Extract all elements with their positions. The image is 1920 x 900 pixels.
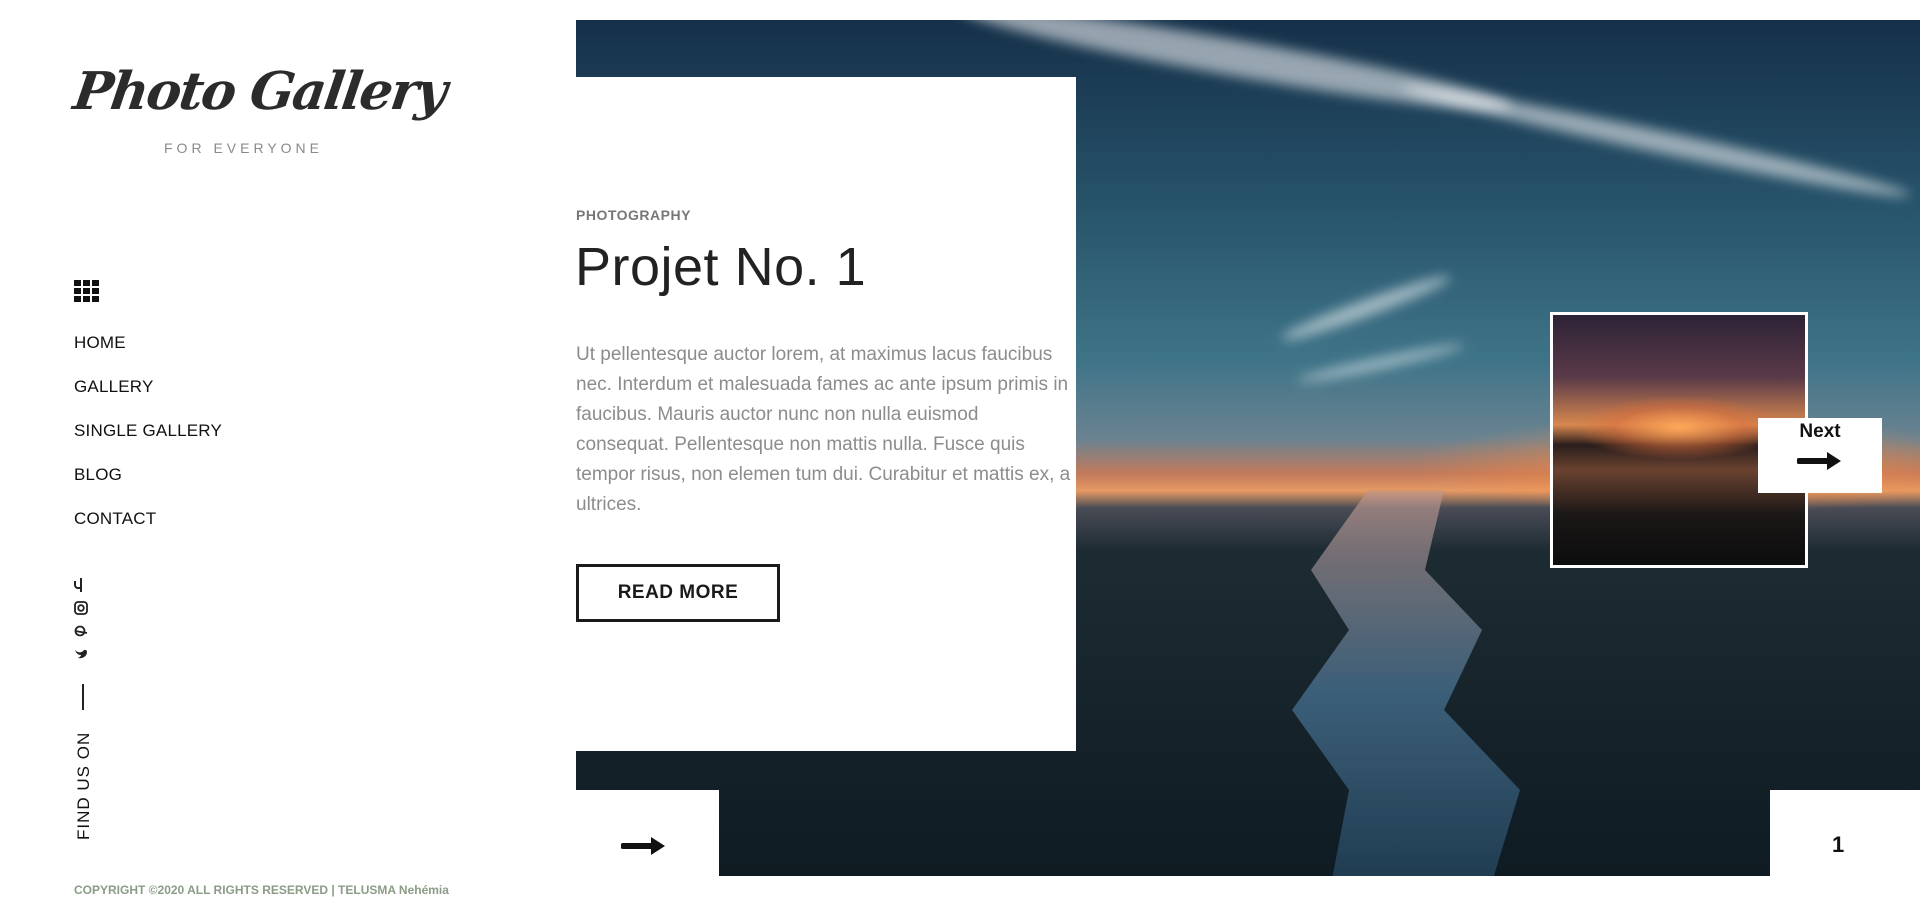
read-more-button[interactable]: READ MORE — [576, 564, 780, 622]
twitter-icon[interactable] — [72, 645, 90, 663]
page-counter-box — [1770, 790, 1920, 880]
nav-item-home[interactable]: HOME — [74, 328, 222, 372]
pinterest-icon[interactable] — [72, 622, 90, 640]
project-category: PHOTOGRAPHY — [576, 207, 691, 223]
slide-next-arrow-button[interactable] — [576, 790, 719, 880]
nav-item-blog[interactable]: BLOG — [74, 460, 222, 504]
page-number: 1 — [1832, 832, 1845, 857]
project-title: Projet No. 1 — [575, 237, 867, 297]
social-links — [72, 576, 92, 668]
facebook-icon[interactable] — [72, 576, 90, 594]
instagram-icon[interactable] — [72, 599, 90, 617]
nav-item-single-gallery[interactable]: SINGLE GALLERY — [74, 416, 222, 460]
next-label: Next — [1799, 421, 1841, 442]
logo[interactable]: Photo Gallery FOR EVERYONE — [70, 61, 449, 166]
project-description: Ut pellentesque auctor lorem, at maximus… — [576, 344, 1071, 515]
nav-item-contact[interactable]: CONTACT — [74, 504, 222, 548]
next-button[interactable]: Next — [1758, 418, 1882, 493]
nav-item-gallery[interactable]: GALLERY — [74, 372, 222, 416]
logo-tagline: FOR EVERYONE — [164, 140, 323, 156]
copyright-text: COPYRIGHT ©2020 ALL RIGHTS RESERVED | TE… — [74, 883, 449, 897]
logo-script: Photo Gallery — [69, 61, 450, 122]
find-us-label: FIND US ON — [74, 731, 93, 840]
arrow-right-icon — [1797, 452, 1841, 470]
social-divider — [82, 684, 84, 710]
main-nav: HOME GALLERY SINGLE GALLERY BLOG CONTACT — [74, 328, 222, 548]
arrow-right-icon — [621, 837, 665, 855]
grid-menu-icon[interactable] — [74, 280, 100, 304]
